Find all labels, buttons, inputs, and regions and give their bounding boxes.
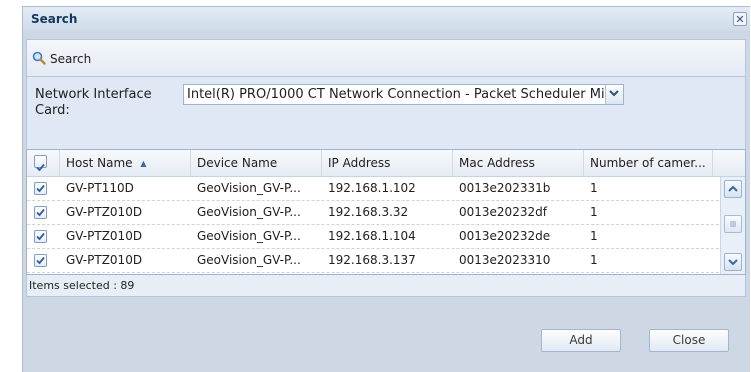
search-toolbar-label: Search (50, 52, 92, 66)
row-checkbox[interactable] (34, 254, 47, 267)
cell-device-name: GeoVision_GV-P... (197, 229, 301, 243)
cell-camera-count: 1 (590, 205, 598, 219)
table-row[interactable]: GV-PTZ010D GeoVision_GV-P... 192.168.3.32 0… (27, 201, 719, 225)
nic-selected-value: Intel(R) PRO/1000 CT Network Connection … (187, 87, 605, 102)
cell-host-name: GV-PT110D (66, 181, 134, 195)
cell-ip-address: 192.168.1.102 (328, 181, 416, 195)
cell-device-name: GeoVision_GV-P... (197, 181, 301, 195)
column-header-ip-address[interactable]: IP Address (322, 150, 453, 176)
column-header-device-name[interactable]: Device Name (191, 150, 322, 176)
column-header-mac-address[interactable]: Mac Address (453, 150, 584, 176)
cell-host-name: GV-PTZ010D (66, 205, 143, 219)
table-row[interactable]: GV-PT110D GeoVision_GV-P... 192.168.1.102 0… (27, 177, 719, 201)
cell-mac-address: 0013e20232df (459, 205, 547, 219)
checkmark-icon (36, 256, 45, 265)
row-checkbox[interactable] (34, 230, 47, 243)
cell-camera-count: 1 (590, 181, 598, 195)
cell-mac-address: 0013e20232de (459, 229, 551, 243)
cell-ip-address: 192.168.1.104 (328, 229, 416, 243)
checkmark-icon (36, 163, 45, 172)
items-selected-status: Items selected : 89 (29, 279, 135, 292)
column-header-camera-count[interactable]: Number of camer... (584, 150, 713, 176)
cell-device-name: GeoVision_GV-P... (197, 205, 301, 219)
chevron-down-glyph (609, 90, 619, 97)
table-row[interactable]: GV-PTZ010D GeoVision_GV-P... 192.168.3.137… (27, 249, 719, 273)
search-dialog: Search ✕ Search Network Interface Card: … (22, 6, 750, 372)
checkmark-icon (36, 208, 45, 217)
search-toolbar: Search (26, 39, 746, 77)
select-all-checkbox[interactable] (34, 155, 47, 172)
add-button[interactable]: Add (541, 329, 621, 352)
scroll-down-icon[interactable] (724, 253, 742, 271)
select-all-column[interactable] (27, 150, 60, 176)
checkmark-icon (36, 184, 45, 193)
cell-ip-address: 192.168.3.32 (328, 205, 409, 219)
cell-mac-address: 0013e2023310 (459, 253, 551, 267)
vertical-scrollbar[interactable] (720, 177, 745, 274)
cell-camera-count: 1 (590, 253, 598, 267)
scrollbar-thumb[interactable] (724, 215, 742, 233)
cell-host-name: GV-PTZ010D (66, 229, 143, 243)
dialog-titlebar[interactable]: Search ✕ (23, 7, 750, 31)
dialog-title: Search (31, 12, 78, 26)
close-button[interactable]: Close (649, 329, 729, 352)
sort-ascending-icon: ▲ (140, 159, 147, 168)
scroll-up-icon[interactable] (724, 180, 742, 198)
close-icon[interactable]: ✕ (733, 12, 747, 26)
chevron-up-glyph (728, 185, 738, 192)
grid-header: Host Name ▲ Device Name IP Address Mac A… (27, 150, 745, 177)
cell-mac-address: 0013e202331b (459, 181, 551, 195)
chevron-down-glyph (728, 259, 738, 266)
column-header-host-name[interactable]: Host Name ▲ (60, 150, 191, 176)
nic-panel: Network Interface Card: Intel(R) PRO/100… (26, 77, 746, 149)
magnifier-icon (32, 51, 46, 65)
grip-icon (730, 221, 736, 227)
chevron-down-icon[interactable] (605, 85, 623, 104)
row-checkbox[interactable] (34, 206, 47, 219)
checkmark-icon (36, 232, 45, 241)
nic-label: Network Interface Card: (35, 87, 152, 118)
cell-host-name: GV-PTZ010D (66, 253, 143, 267)
nic-select[interactable]: Intel(R) PRO/1000 CT Network Connection … (183, 84, 624, 105)
column-label-host-name: Host Name (66, 156, 133, 170)
device-grid: Host Name ▲ Device Name IP Address Mac A… (26, 149, 746, 275)
cell-device-name: GeoVision_GV-P... (197, 253, 301, 267)
table-row[interactable]: GV-PTZ010D GeoVision_GV-P... 192.168.1.104… (27, 225, 719, 249)
row-checkbox[interactable] (34, 182, 47, 195)
cell-ip-address: 192.168.3.137 (328, 253, 416, 267)
cell-camera-count: 1 (590, 229, 598, 243)
status-bar: Items selected : 89 (26, 275, 746, 297)
